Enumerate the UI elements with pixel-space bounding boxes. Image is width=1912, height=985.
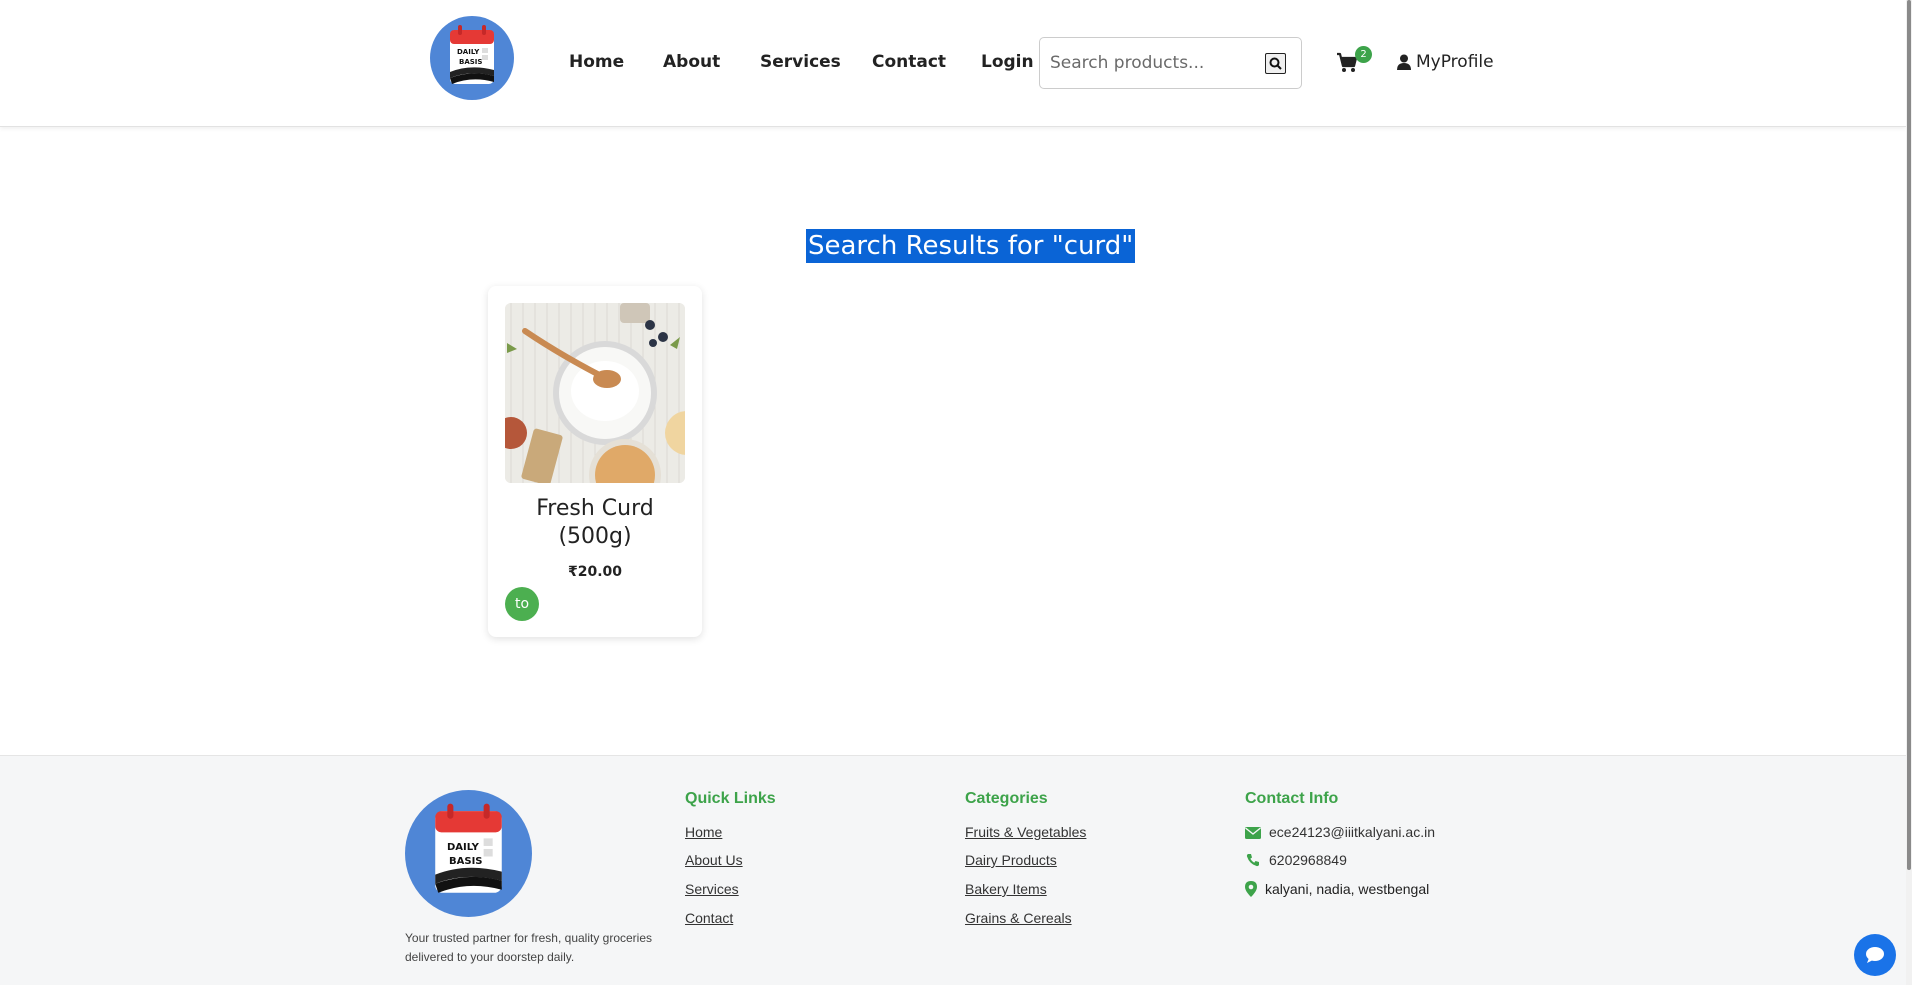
product-price: ₹20.00 (567, 564, 623, 580)
cart-count-badge: 2 (1355, 46, 1372, 63)
footer-link-services[interactable]: Services (685, 881, 739, 897)
contact-info-title: Contact Info (1245, 790, 1339, 807)
product-image[interactable] (505, 303, 685, 483)
user-icon (1397, 54, 1411, 70)
search-results-title: Search Results for "curd" (806, 229, 1136, 263)
phone-icon (1246, 854, 1259, 867)
search-box (1039, 37, 1302, 89)
calendar-logo-icon (435, 803, 502, 893)
chat-icon (1866, 947, 1884, 963)
nav-home[interactable]: Home (569, 52, 624, 72)
profile-label: MyProfile (1416, 52, 1494, 72)
product-card[interactable]: Fresh Curd (500g) ₹20.00 to (488, 286, 702, 637)
site-logo[interactable]: DAILY BASIS (430, 16, 514, 100)
add-to-cart-button[interactable]: to (505, 587, 539, 621)
logo-text-line1: DAILY (457, 48, 480, 56)
contact-email[interactable]: ece24123@iiitkalyani.ac.in (1269, 824, 1435, 840)
nav-login[interactable]: Login (981, 52, 1034, 72)
curd-bowl-image (505, 303, 685, 483)
category-grains-cereals[interactable]: Grains & Cereals (965, 910, 1072, 926)
search-input[interactable] (1050, 50, 1250, 76)
search-icon (1269, 57, 1282, 70)
footer-link-home[interactable]: Home (685, 824, 722, 840)
nav-about[interactable]: About (663, 52, 720, 72)
footer-link-about[interactable]: About Us (685, 852, 743, 868)
contact-address: kalyani, nadia, westbengal (1265, 881, 1430, 897)
footer-link-contact[interactable]: Contact (685, 910, 733, 926)
footer-tagline: Your trusted partner for fresh, quality … (405, 931, 653, 964)
categories-title: Categories (965, 790, 1048, 807)
chat-button[interactable] (1854, 934, 1896, 976)
site-footer (0, 755, 1906, 985)
contact-phone[interactable]: 6202968849 (1269, 852, 1347, 868)
footer-logo-text-line1: DAILY (447, 842, 479, 853)
category-dairy-products[interactable]: Dairy Products (965, 852, 1057, 868)
category-fruits-vegetables[interactable]: Fruits & Vegetables (965, 824, 1086, 840)
quick-links-title: Quick Links (685, 790, 776, 807)
envelope-icon (1245, 827, 1261, 839)
product-name[interactable]: Fresh Curd (500g) (498, 495, 692, 551)
nav-contact[interactable]: Contact (872, 52, 946, 72)
scrollbar-thumb[interactable] (1907, 0, 1911, 870)
map-pin-icon (1245, 881, 1257, 897)
category-bakery-items[interactable]: Bakery Items (965, 881, 1047, 897)
search-button[interactable] (1265, 53, 1286, 74)
site-header: DAILY BASIS Home About Services Contact … (0, 0, 1906, 127)
footer-logo-text-line2: BASIS (449, 856, 483, 867)
nav-services[interactable]: Services (760, 52, 841, 72)
logo-text-line2: BASIS (459, 58, 483, 66)
footer-logo[interactable]: DAILY BASIS (405, 790, 532, 917)
profile-link[interactable]: MyProfile (1397, 52, 1494, 72)
